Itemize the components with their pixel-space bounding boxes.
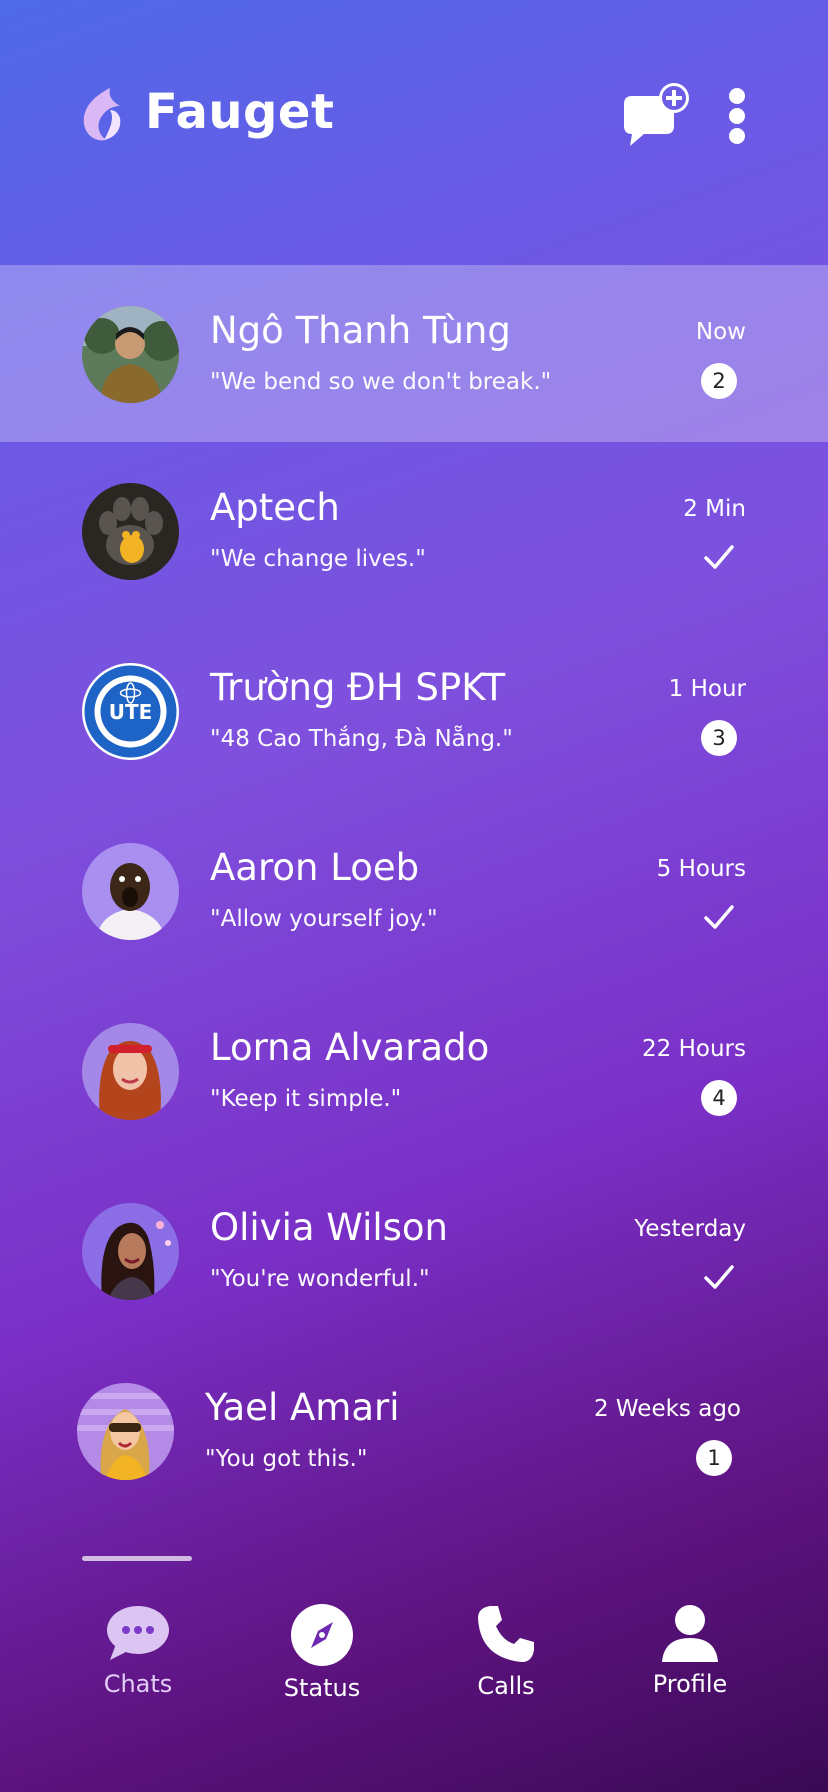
chat-time: Now bbox=[695, 319, 746, 345]
chat-name: Aptech bbox=[210, 486, 340, 529]
chat-time: Yesterday bbox=[634, 1216, 746, 1242]
chat-name: Olivia Wilson bbox=[210, 1206, 448, 1249]
active-tab-indicator bbox=[82, 1556, 192, 1561]
bottom-tab-bar: Chats Status Calls Profile bbox=[0, 1590, 828, 1740]
chat-row[interactable]: Lorna Alvarado "Keep it simple." 22 Hour… bbox=[0, 982, 828, 1162]
more-vertical-icon[interactable] bbox=[724, 88, 750, 144]
tab-status[interactable]: Status bbox=[230, 1590, 414, 1720]
chat-preview: "Keep it simple." bbox=[210, 1086, 402, 1112]
avatar bbox=[82, 843, 179, 940]
chat-preview: "You got this." bbox=[205, 1446, 368, 1472]
read-check-icon bbox=[704, 545, 734, 569]
tab-profile[interactable]: Profile bbox=[598, 1590, 782, 1720]
phone-icon bbox=[478, 1606, 534, 1662]
chat-plus-icon[interactable] bbox=[620, 82, 692, 148]
chat-time: 2 Weeks ago bbox=[593, 1396, 741, 1422]
chat-bubble-icon bbox=[107, 1606, 169, 1660]
chat-time: 1 Hour bbox=[668, 676, 746, 702]
compass-icon bbox=[291, 1604, 353, 1666]
chat-time: 22 Hours bbox=[642, 1036, 746, 1062]
chat-preview: "We bend so we don't break." bbox=[210, 369, 552, 395]
chat-row[interactable]: Olivia Wilson "You're wonderful." Yester… bbox=[0, 1162, 828, 1342]
chat-name: Yael Amari bbox=[205, 1386, 400, 1429]
tab-label: Status bbox=[283, 1674, 361, 1702]
chat-name: Ngô Thanh Tùng bbox=[210, 309, 511, 352]
read-check-icon bbox=[704, 1265, 734, 1289]
read-check-icon bbox=[704, 905, 734, 929]
avatar bbox=[82, 1023, 179, 1120]
chat-row[interactable]: Yael Amari "You got this." 2 Weeks ago 1 bbox=[0, 1342, 823, 1522]
tab-label: Chats bbox=[103, 1670, 173, 1698]
chat-name: Lorna Alvarado bbox=[210, 1026, 490, 1069]
tab-label: Calls bbox=[477, 1672, 535, 1700]
app-title: Fauget bbox=[145, 84, 335, 140]
tab-chats[interactable]: Chats bbox=[46, 1590, 230, 1720]
flame-logo-icon bbox=[83, 88, 121, 141]
chat-preview: "Allow yourself joy." bbox=[210, 906, 438, 932]
tab-label: Profile bbox=[652, 1670, 728, 1698]
avatar bbox=[82, 306, 179, 403]
avatar bbox=[82, 483, 179, 580]
chat-list: Ngô Thanh Tùng "We bend so we don't brea… bbox=[0, 265, 828, 1522]
avatar bbox=[82, 1203, 179, 1300]
chat-name: Trường ĐH SPKT bbox=[210, 666, 506, 709]
unread-badge: 1 bbox=[696, 1440, 732, 1476]
tab-calls[interactable]: Calls bbox=[414, 1590, 598, 1720]
chat-row[interactable]: UTE Trường ĐH SPKT "48 Cao Thắng, Đà Nẵn… bbox=[0, 622, 828, 802]
app-header: Fauget bbox=[0, 0, 828, 265]
chat-row[interactable]: Ngô Thanh Tùng "We bend so we don't brea… bbox=[0, 265, 828, 442]
chat-preview: "We change lives." bbox=[210, 546, 426, 572]
chat-time: 2 Min bbox=[683, 496, 746, 522]
chat-name: Aaron Loeb bbox=[210, 846, 420, 889]
chat-row[interactable]: Aaron Loeb "Allow yourself joy." 5 Hours bbox=[0, 802, 828, 982]
unread-badge: 3 bbox=[701, 720, 737, 756]
avatar bbox=[77, 1383, 174, 1480]
chat-preview: "48 Cao Thắng, Đà Nẵng." bbox=[210, 726, 513, 752]
unread-badge: 2 bbox=[701, 363, 737, 399]
unread-badge: 4 bbox=[701, 1080, 737, 1116]
user-icon bbox=[662, 1605, 718, 1662]
chat-row[interactable]: Aptech "We change lives." 2 Min bbox=[0, 442, 828, 622]
avatar: UTE bbox=[82, 663, 179, 760]
chat-preview: "You're wonderful." bbox=[210, 1266, 430, 1292]
chat-time: 5 Hours bbox=[656, 856, 746, 882]
